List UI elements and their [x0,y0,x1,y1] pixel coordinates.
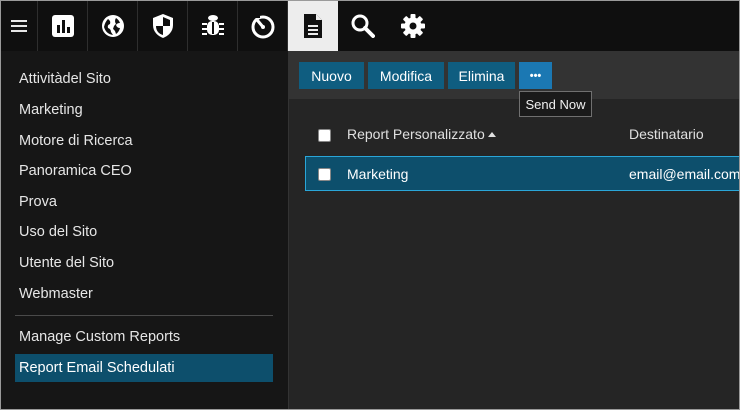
sidebar-item-marketing[interactable]: Marketing [19,102,83,118]
reports-button[interactable] [288,1,338,51]
security-button[interactable] [138,1,188,51]
sidebar: Attivitàdel Sito Marketing Motore di Ric… [1,51,289,409]
hamburger-menu-icon [11,20,27,32]
sidebar-item-attivita-del-sito[interactable]: Attivitàdel Sito [19,71,111,87]
globe-icon [101,15,124,37]
select-all-checkbox[interactable] [318,129,331,142]
speed-button[interactable] [238,1,288,51]
speed-gauge-icon [251,14,274,39]
sidebar-item-prova[interactable]: Prova [19,194,57,210]
app-window: Attivitàdel Sito Marketing Motore di Ric… [0,0,740,410]
settings-button[interactable] [388,1,438,51]
column-header-report-label: Report Personalizzato [347,126,485,142]
sort-ascending-icon [487,132,496,137]
column-header-report[interactable]: Report Personalizzato [347,126,496,142]
main-content: Nuovo Modifica Elimina ••• Send Now Repo… [289,51,739,409]
sidebar-item-utente-del-sito[interactable]: Utente del Sito [19,255,114,271]
row-report-name: Marketing [347,166,409,182]
column-header-recipient[interactable]: Destinatario [629,126,704,142]
bug-icon [201,15,224,35]
top-toolbar [1,1,739,51]
debug-button[interactable] [188,1,238,51]
row-checkbox[interactable] [318,168,331,181]
search-icon [351,14,375,38]
analytics-button[interactable] [38,1,88,51]
send-now-tooltip[interactable]: Send Now [519,91,592,117]
document-icon [304,14,322,38]
sidebar-item-motore-di-ricerca[interactable]: Motore di Ricerca [19,133,133,149]
sidebar-item-manage-custom-reports[interactable]: Manage Custom Reports [19,329,180,345]
new-button[interactable]: Nuovo [299,62,364,89]
sidebar-item-panoramica-ceo[interactable]: Panoramica CEO [19,163,132,179]
delete-button[interactable]: Elimina [448,62,515,89]
sidebar-item-report-email-schedulati[interactable]: Report Email Schedulati [19,360,175,376]
globe-button[interactable] [88,1,138,51]
bar-chart-icon [51,15,74,37]
sidebar-item-uso-del-sito[interactable]: Uso del Sito [19,224,97,240]
action-toolbar: Nuovo Modifica Elimina ••• [289,51,739,99]
search-button[interactable] [338,1,388,51]
sidebar-divider [15,315,273,316]
shield-icon [152,14,173,38]
row-recipient: email@email.com [629,166,740,182]
more-actions-button[interactable]: ••• [519,62,552,89]
sidebar-item-webmaster[interactable]: Webmaster [19,286,93,302]
edit-button[interactable]: Modifica [368,62,444,89]
gear-icon [401,14,425,38]
menu-button[interactable] [1,1,38,51]
